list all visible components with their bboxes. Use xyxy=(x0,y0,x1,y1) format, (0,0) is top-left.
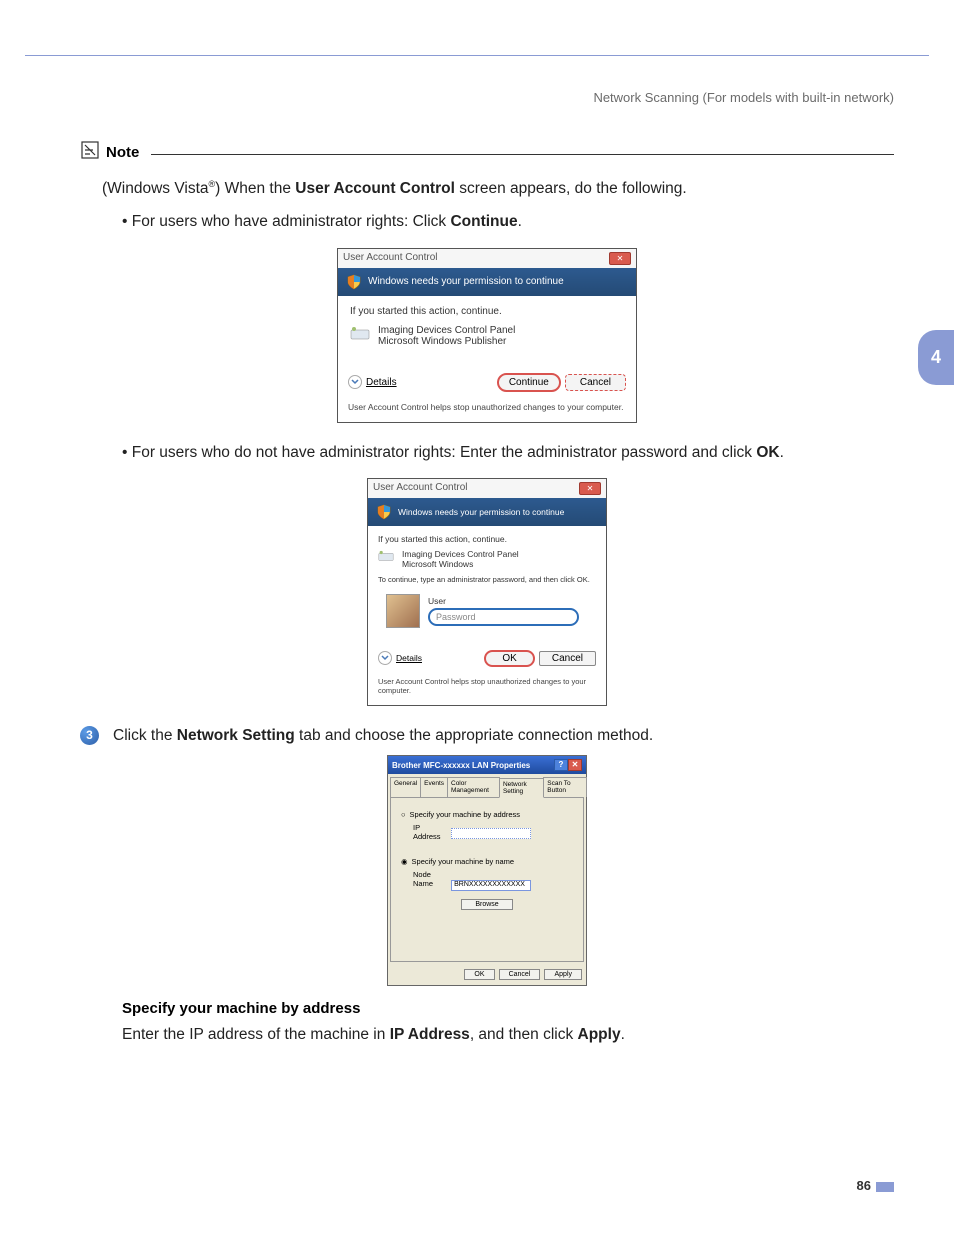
note-icon xyxy=(80,140,100,165)
app-icon xyxy=(378,550,394,563)
uac-intro: If you started this action, continue. xyxy=(378,534,596,544)
note-divider xyxy=(151,154,894,155)
properties-titlebar: Brother MFC-xxxxxx LAN Properties ? ✕ xyxy=(388,756,586,774)
uac-banner: Windows needs your permission to continu… xyxy=(368,498,606,526)
node-name-input[interactable]: BRNXXXXXXXXXXXX xyxy=(451,880,531,891)
uac-footer: User Account Control helps stop unauthor… xyxy=(368,671,606,705)
uac-details-link[interactable]: Details xyxy=(396,653,422,663)
apply-button[interactable]: Apply xyxy=(544,969,582,980)
tab-events[interactable]: Events xyxy=(420,777,448,797)
note-bullet-1: • For users who have administrator right… xyxy=(122,210,894,233)
properties-dialog: Brother MFC-xxxxxx LAN Properties ? ✕ Ge… xyxy=(387,755,587,986)
note-bullet-2: • For users who do not have administrato… xyxy=(122,441,894,464)
uac-dialog-admin: User Account Control ✕ Windows needs you… xyxy=(337,248,637,423)
note-body-line: (Windows Vista®) When the User Account C… xyxy=(102,177,894,200)
uac-app-name: Imaging Devices Control Panel xyxy=(378,325,515,336)
page-header: Network Scanning (For models with built-… xyxy=(593,90,894,105)
user-avatar xyxy=(386,594,420,628)
uac-footer: User Account Control helps stop unauthor… xyxy=(338,396,636,422)
tab-general[interactable]: General xyxy=(390,777,421,797)
note-label: Note xyxy=(106,144,139,161)
chevron-down-icon[interactable] xyxy=(348,375,362,389)
uac-banner-text: Windows needs your permission to continu… xyxy=(398,507,564,517)
step-3-row: 3 Click the Network Setting tab and choo… xyxy=(80,724,894,747)
tab-scan-to-button[interactable]: Scan To Button xyxy=(543,777,587,797)
uac-app-name: Imaging Devices Control Panel xyxy=(402,549,519,559)
ok-button[interactable]: OK xyxy=(484,650,534,667)
chapter-tab: 4 xyxy=(918,330,954,385)
page-number: 86 xyxy=(857,1178,894,1193)
radio-by-name[interactable]: ◉ xyxy=(401,857,408,866)
note-heading-row: Note xyxy=(80,140,894,165)
step-number-badge: 3 xyxy=(80,726,99,745)
uac-banner: Windows needs your permission to continu… xyxy=(338,268,636,296)
radio-by-address-label: Specify your machine by address xyxy=(410,810,520,819)
user-label: User xyxy=(428,596,596,606)
cancel-button[interactable]: Cancel xyxy=(565,374,626,391)
uac-title: User Account Control xyxy=(343,252,438,265)
shield-icon xyxy=(376,504,392,520)
close-icon[interactable]: ✕ xyxy=(568,759,582,771)
spec-line: Enter the IP address of the machine in I… xyxy=(122,1023,894,1046)
uac-title: User Account Control xyxy=(373,482,468,495)
uac-details-link[interactable]: Details xyxy=(366,377,397,388)
browse-button[interactable]: Browse xyxy=(461,899,513,910)
uac-titlebar: User Account Control ✕ xyxy=(368,479,606,498)
close-icon[interactable]: ✕ xyxy=(579,482,601,495)
ok-button[interactable]: OK xyxy=(464,969,494,980)
radio-by-address[interactable]: ○ xyxy=(401,810,406,819)
cancel-button[interactable]: Cancel xyxy=(539,651,596,666)
chevron-down-icon[interactable] xyxy=(378,651,392,665)
node-name-label: Node Name xyxy=(401,870,449,888)
continue-button[interactable]: Continue xyxy=(497,373,561,392)
help-icon[interactable]: ? xyxy=(554,759,568,771)
tab-color-management[interactable]: Color Management xyxy=(447,777,500,797)
page-top-rule xyxy=(25,55,929,56)
app-icon xyxy=(350,326,370,342)
properties-tabs: General Events Color Management Network … xyxy=(388,774,586,797)
cancel-button[interactable]: Cancel xyxy=(499,969,541,980)
close-icon[interactable]: ✕ xyxy=(609,252,631,265)
ip-address-label: IP Address xyxy=(401,823,449,841)
radio-by-name-label: Specify your machine by name xyxy=(412,857,515,866)
uac-pw-instruct: To continue, type an administrator passw… xyxy=(378,575,596,584)
password-input[interactable]: Password xyxy=(428,608,579,626)
spec-heading: Specify your machine by address xyxy=(122,1000,894,1017)
properties-title: Brother MFC-xxxxxx LAN Properties xyxy=(392,761,530,770)
uac-app-publisher: Microsoft Windows xyxy=(402,559,519,569)
uac-intro: If you started this action, continue. xyxy=(350,306,624,317)
uac-app-publisher: Microsoft Windows Publisher xyxy=(378,336,515,347)
shield-icon xyxy=(346,274,362,290)
uac-titlebar: User Account Control ✕ xyxy=(338,249,636,268)
uac-dialog-nonadmin: User Account Control ✕ Windows needs you… xyxy=(367,478,607,706)
tab-network-setting[interactable]: Network Setting xyxy=(499,778,544,798)
uac-banner-text: Windows needs your permission to continu… xyxy=(368,276,564,287)
ip-address-input[interactable] xyxy=(451,828,531,839)
